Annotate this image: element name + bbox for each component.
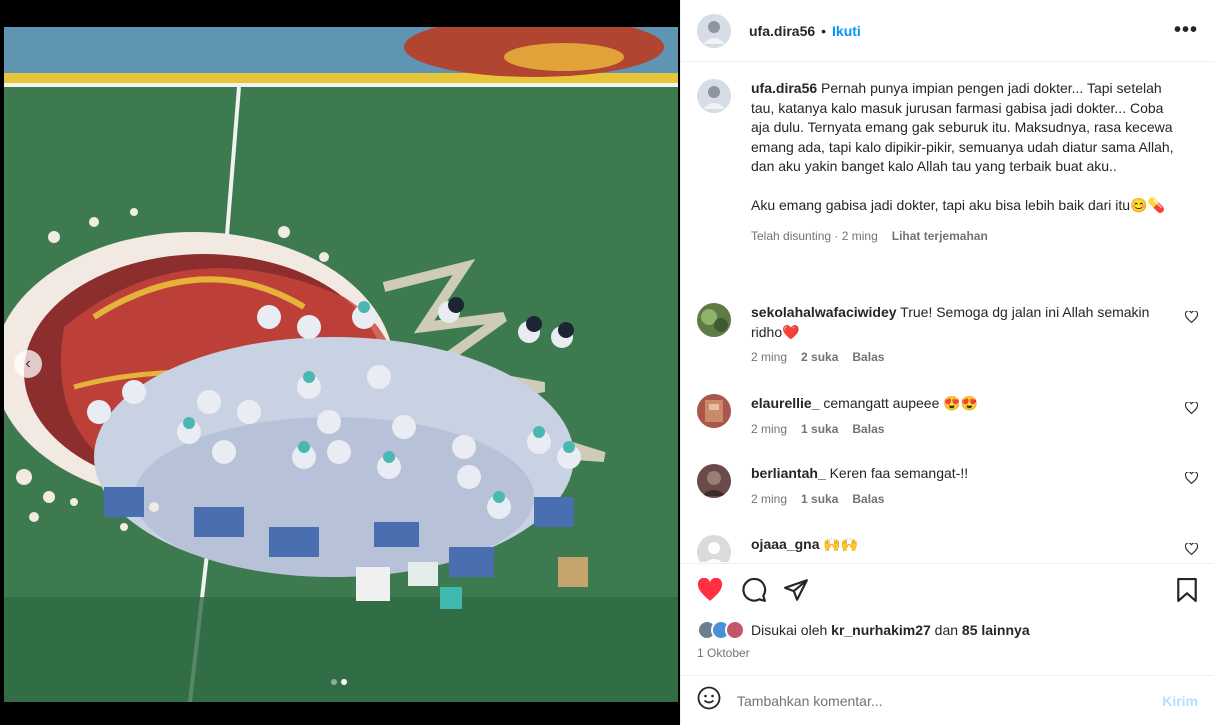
post-comment-button[interactable]: Kirim (1162, 693, 1198, 709)
likes-summary: Disukai oleh kr_nurhakim27 dan 85 lainny… (681, 620, 1214, 640)
avatar[interactable] (697, 535, 731, 562)
edited-label: Telah disunting · 2 ming (751, 229, 878, 243)
avatar (725, 620, 745, 640)
caption-paragraph-2: Aku emang gabisa jadi dokter, tapi aku b… (751, 196, 1165, 213)
post-photo (4, 27, 678, 702)
add-comment-bar: Kirim (681, 675, 1214, 725)
comment-time: 2 ming (751, 350, 788, 364)
separator: • (821, 22, 827, 39)
comment-item: elaurellie_ cemangatt aupeee 😍😍 2 ming 1 … (681, 394, 1214, 439)
comment-text: Keren faa semangat-!! (829, 465, 969, 481)
comment-username[interactable]: berliantah_ (751, 465, 826, 481)
comment-input[interactable] (737, 692, 1163, 709)
comment-text: 🙌🙌 (823, 536, 859, 552)
post-media: ‹ (0, 0, 680, 725)
avatar[interactable] (697, 13, 731, 48)
like-comment-heart-icon[interactable] (1184, 310, 1199, 326)
action-bar (681, 564, 1214, 620)
post-date: 1 Oktober (697, 646, 750, 660)
comment-item: ojaaa_gna 🙌🙌 (681, 535, 1214, 562)
carousel-indicator (331, 679, 347, 685)
caption-text: ufa.dira56 Pernah punya impian pengen ja… (751, 79, 1176, 247)
comment-text: cemangatt aupeee 😍😍 (823, 395, 979, 411)
chevron-left-icon: ‹ (25, 355, 31, 372)
comment-username[interactable]: elaurellie_ (751, 395, 820, 411)
reply-button[interactable]: Balas (852, 348, 884, 368)
comment-likes[interactable]: 2 suka (801, 348, 838, 368)
emoji-icon[interactable] (697, 686, 721, 715)
like-heart-icon[interactable] (697, 577, 723, 607)
reply-button[interactable]: Balas (852, 490, 884, 510)
like-comment-heart-icon[interactable] (1184, 401, 1199, 417)
others-likes-link[interactable]: 85 lainnya (962, 622, 1030, 638)
author-username[interactable]: ufa.dira56 (749, 23, 815, 39)
comment-time: 2 ming (751, 491, 788, 506)
likes-prefix: Disukai oleh (751, 622, 828, 638)
comment-time: 2 ming (751, 421, 788, 436)
reply-button[interactable]: Balas (852, 420, 884, 440)
comment-item: berliantah_ Keren faa semangat-!! 2 ming… (681, 464, 1214, 509)
likes-middle: dan (934, 622, 959, 638)
comment-likes[interactable]: 1 suka (801, 490, 838, 510)
caption-username[interactable]: ufa.dira56 (751, 80, 817, 96)
see-translation-link[interactable]: Lihat terjemahan (892, 227, 988, 247)
avatar[interactable] (697, 394, 731, 428)
avatar[interactable] (697, 464, 731, 498)
carousel-dot-2 (341, 679, 347, 685)
comment-icon[interactable] (741, 577, 767, 608)
share-send-icon[interactable] (783, 577, 809, 608)
like-comment-heart-icon[interactable] (1184, 471, 1199, 487)
liker-avatars (697, 620, 745, 640)
comment-item: sekolahalwafaciwidey True! Semoga dg jal… (681, 303, 1214, 368)
post-actions: Disukai oleh kr_nurhakim27 dan 85 lainny… (681, 563, 1214, 676)
carousel-dot-1 (331, 679, 337, 685)
avatar[interactable] (697, 79, 731, 113)
previous-slide-button[interactable]: ‹ (14, 350, 42, 378)
post-side-panel: ufa.dira56 • Ikuti ••• ufa.dira56 Pernah… (680, 0, 1214, 725)
comment-username[interactable]: sekolahalwafaciwidey (751, 304, 897, 320)
comments-list[interactable]: ufa.dira56 Pernah punya impian pengen ja… (681, 63, 1214, 562)
save-bookmark-icon[interactable] (1176, 577, 1198, 607)
post-header: ufa.dira56 • Ikuti ••• (681, 0, 1214, 62)
instagram-post-window: ‹ ufa.dira56 • Ikuti ••• ufa.dira56 Pern… (0, 0, 1214, 725)
comment-likes[interactable]: 1 suka (801, 420, 838, 440)
liker-username[interactable]: kr_nurhakim27 (831, 622, 931, 638)
more-options-icon[interactable]: ••• (1174, 19, 1198, 42)
caption-meta: Telah disunting · 2 ming Lihat terjemaha… (751, 227, 1176, 247)
avatar[interactable] (697, 303, 731, 337)
caption: ufa.dira56 Pernah punya impian pengen ja… (681, 63, 1214, 247)
like-comment-heart-icon[interactable] (1184, 542, 1199, 558)
comment-username[interactable]: ojaaa_gna (751, 536, 819, 552)
follow-button[interactable]: Ikuti (832, 23, 861, 39)
